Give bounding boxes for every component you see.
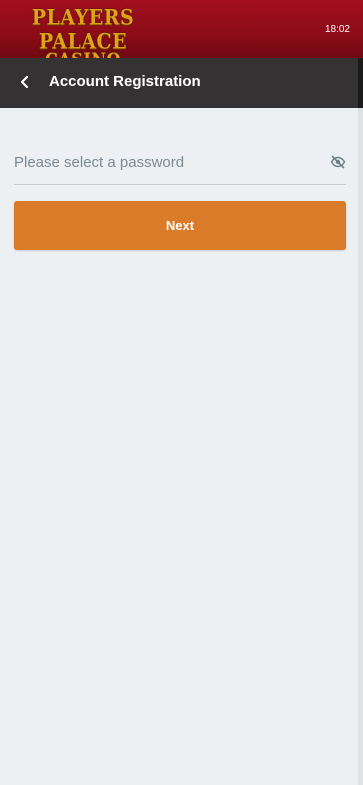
logo-line1: PLAYERS PALACE (31, 4, 135, 55)
next-button[interactable]: Next (14, 201, 346, 250)
brand-bar: PLAYERS PALACE CASINO 18:02 (0, 0, 363, 69)
password-input[interactable] (14, 150, 314, 174)
players-palace-logo: PLAYERS PALACE CASINO (13, 4, 153, 69)
chevron-left-icon (20, 75, 29, 89)
app-bar-edge (358, 58, 363, 108)
password-field (14, 140, 346, 185)
scroll-edge (358, 108, 363, 785)
status-time: 18:02 (324, 24, 350, 35)
eye-off-icon (330, 155, 346, 169)
app-bar: Account Registration (0, 58, 358, 108)
page-title: Account Registration (49, 73, 201, 90)
back-button[interactable] (14, 71, 36, 93)
password-visibility-toggle[interactable] (330, 154, 346, 170)
